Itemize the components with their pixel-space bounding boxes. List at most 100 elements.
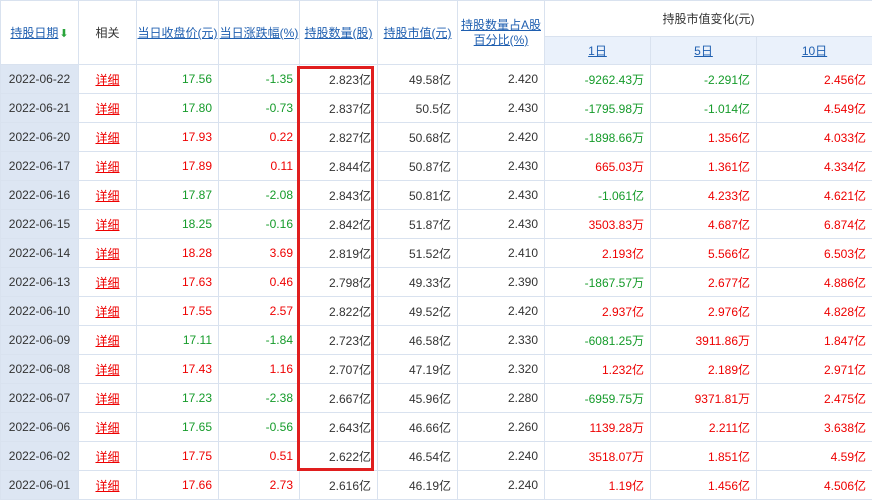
header-share-pct[interactable]: 持股数量占A股百分比(%) — [458, 1, 545, 65]
header-change-10d[interactable]: 10日 — [757, 37, 872, 65]
close-price: 17.89 — [137, 152, 219, 181]
market-value: 50.87亿 — [378, 152, 458, 181]
detail-link[interactable]: 详细 — [95, 421, 119, 435]
value-change-5d: -1.014亿 — [651, 94, 757, 123]
table-row: 2022-06-13详细17.630.462.798亿49.33亿2.390-1… — [1, 268, 872, 297]
value-change-1d: 1.19亿 — [545, 471, 651, 500]
row-date: 2022-06-20 — [1, 123, 79, 152]
share-pct: 2.280 — [458, 384, 545, 413]
close-price: 17.80 — [137, 94, 219, 123]
row-date: 2022-06-15 — [1, 210, 79, 239]
detail-link[interactable]: 详细 — [95, 189, 119, 203]
table-row: 2022-06-15详细18.25-0.162.842亿51.87亿2.4303… — [1, 210, 872, 239]
row-date: 2022-06-22 — [1, 65, 79, 94]
detail-link[interactable]: 详细 — [95, 247, 119, 261]
row-date: 2022-06-16 — [1, 181, 79, 210]
value-change-5d: 4.687亿 — [651, 210, 757, 239]
detail-link[interactable]: 详细 — [95, 131, 119, 145]
market-value: 51.87亿 — [378, 210, 458, 239]
market-value: 46.66亿 — [378, 413, 458, 442]
detail-link[interactable]: 详细 — [95, 218, 119, 232]
change-pct: -2.08 — [219, 181, 300, 210]
header-market-value[interactable]: 持股市值(元) — [378, 1, 458, 65]
share-pct: 2.430 — [458, 152, 545, 181]
share-pct: 2.430 — [458, 94, 545, 123]
detail-link-cell: 详细 — [79, 326, 137, 355]
row-date: 2022-06-07 — [1, 384, 79, 413]
header-change-1d[interactable]: 1日 — [545, 37, 651, 65]
header-close-price[interactable]: 当日收盘价(元) — [137, 1, 219, 65]
value-change-5d: 1.361亿 — [651, 152, 757, 181]
value-change-10d: 4.621亿 — [757, 181, 872, 210]
value-change-10d: 1.847亿 — [757, 326, 872, 355]
hold-quantity: 2.843亿 — [300, 181, 378, 210]
market-value: 49.33亿 — [378, 268, 458, 297]
header-date[interactable]: 持股日期⬇ — [1, 1, 79, 65]
table-row: 2022-06-02详细17.750.512.622亿46.54亿2.24035… — [1, 442, 872, 471]
share-pct: 2.430 — [458, 210, 545, 239]
hold-quantity: 2.827亿 — [300, 123, 378, 152]
header-related: 相关 — [79, 1, 137, 65]
detail-link[interactable]: 详细 — [95, 305, 119, 319]
header-hold-quantity[interactable]: 持股数量(股) — [300, 1, 378, 65]
hold-quantity: 2.823亿 — [300, 65, 378, 94]
change-pct: 2.73 — [219, 471, 300, 500]
change-pct: 0.22 — [219, 123, 300, 152]
detail-link[interactable]: 详细 — [95, 392, 119, 406]
close-price: 18.25 — [137, 210, 219, 239]
change-pct: -2.38 — [219, 384, 300, 413]
value-change-1d: 665.03万 — [545, 152, 651, 181]
close-price: 18.28 — [137, 239, 219, 268]
detail-link[interactable]: 详细 — [95, 450, 119, 464]
share-pct: 2.420 — [458, 123, 545, 152]
share-pct: 2.330 — [458, 326, 545, 355]
change-pct: 3.69 — [219, 239, 300, 268]
change-pct: -1.84 — [219, 326, 300, 355]
share-pct: 2.410 — [458, 239, 545, 268]
detail-link-cell: 详细 — [79, 442, 137, 471]
detail-link[interactable]: 详细 — [95, 160, 119, 174]
close-price: 17.43 — [137, 355, 219, 384]
detail-link-cell: 详细 — [79, 239, 137, 268]
detail-link[interactable]: 详细 — [95, 73, 119, 87]
header-change-pct[interactable]: 当日涨跌幅(%) — [219, 1, 300, 65]
value-change-5d: 2.189亿 — [651, 355, 757, 384]
close-price: 17.11 — [137, 326, 219, 355]
detail-link[interactable]: 详细 — [95, 334, 119, 348]
value-change-1d: -1898.66万 — [545, 123, 651, 152]
detail-link[interactable]: 详细 — [95, 276, 119, 290]
value-change-5d: 2.211亿 — [651, 413, 757, 442]
hold-quantity: 2.707亿 — [300, 355, 378, 384]
detail-link-cell: 详细 — [79, 65, 137, 94]
hold-quantity: 2.643亿 — [300, 413, 378, 442]
table-row: 2022-06-20详细17.930.222.827亿50.68亿2.420-1… — [1, 123, 872, 152]
change-pct: 0.11 — [219, 152, 300, 181]
row-date: 2022-06-02 — [1, 442, 79, 471]
table-row: 2022-06-16详细17.87-2.082.843亿50.81亿2.430-… — [1, 181, 872, 210]
row-date: 2022-06-21 — [1, 94, 79, 123]
value-change-10d: 6.503亿 — [757, 239, 872, 268]
table-row: 2022-06-09详细17.11-1.842.723亿46.58亿2.330-… — [1, 326, 872, 355]
detail-link-cell: 详细 — [79, 471, 137, 500]
value-change-10d: 4.828亿 — [757, 297, 872, 326]
table-row: 2022-06-17详细17.890.112.844亿50.87亿2.43066… — [1, 152, 872, 181]
detail-link[interactable]: 详细 — [95, 479, 119, 493]
detail-link-cell: 详细 — [79, 268, 137, 297]
row-date: 2022-06-17 — [1, 152, 79, 181]
detail-link[interactable]: 详细 — [95, 363, 119, 377]
value-change-1d: 3503.83万 — [545, 210, 651, 239]
change-pct: -0.16 — [219, 210, 300, 239]
value-change-5d: 1.851亿 — [651, 442, 757, 471]
value-change-10d: 4.506亿 — [757, 471, 872, 500]
detail-link[interactable]: 详细 — [95, 102, 119, 116]
share-pct: 2.390 — [458, 268, 545, 297]
close-price: 17.55 — [137, 297, 219, 326]
detail-link-cell: 详细 — [79, 384, 137, 413]
header-change-5d[interactable]: 5日 — [651, 37, 757, 65]
close-price: 17.56 — [137, 65, 219, 94]
value-change-10d: 4.549亿 — [757, 94, 872, 123]
row-date: 2022-06-06 — [1, 413, 79, 442]
detail-link-cell: 详细 — [79, 123, 137, 152]
close-price: 17.23 — [137, 384, 219, 413]
value-change-1d: -1795.98万 — [545, 94, 651, 123]
